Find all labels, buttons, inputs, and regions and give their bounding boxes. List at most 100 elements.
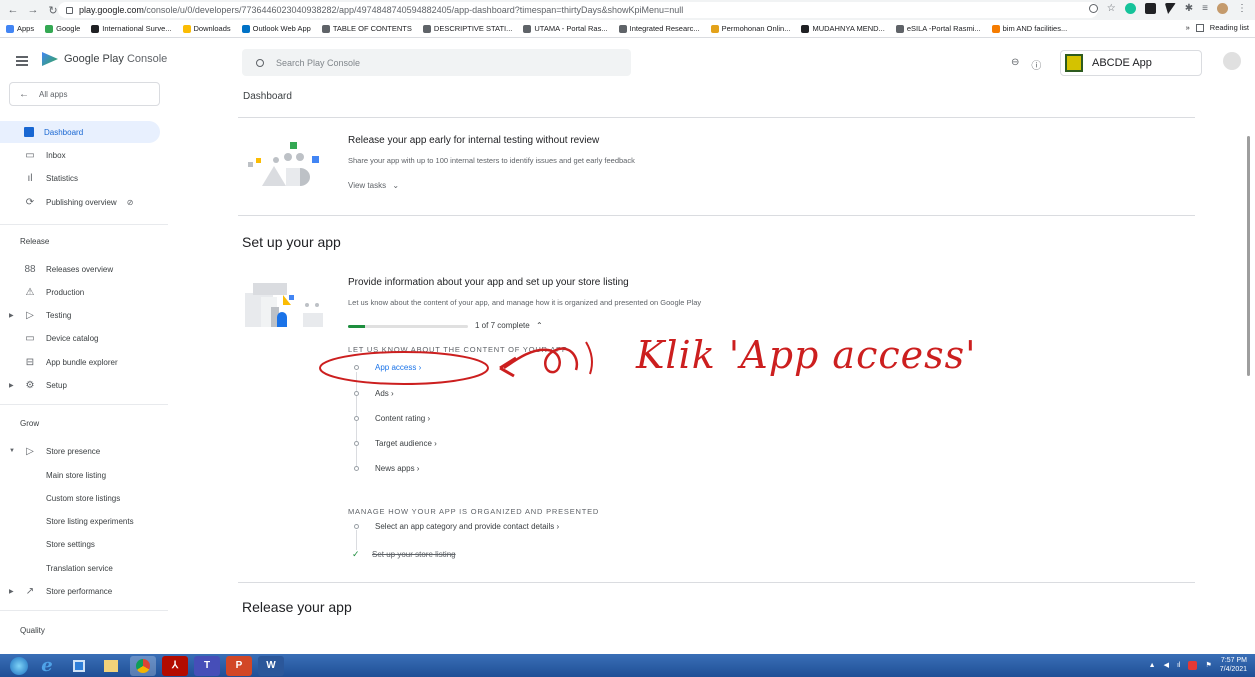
extension-icon[interactable] [1164, 3, 1176, 14]
bookmark-item[interactable]: Apps [6, 24, 34, 33]
sidebar-item-store-presence[interactable]: ▼ ▷ Store presence [0, 440, 160, 462]
chrome-icon[interactable] [130, 655, 156, 676]
task-status-icon [354, 415, 359, 421]
task-status-icon [354, 523, 359, 529]
expand-caret-icon[interactable]: ▶ [9, 312, 14, 319]
start-button-icon[interactable] [10, 656, 28, 675]
sidebar-item-store-performance[interactable]: ▶ ↗ Store performance [0, 580, 160, 602]
search-input[interactable]: Search Play Console [242, 49, 631, 76]
check-icon: ✓ [352, 548, 360, 559]
bookmark-item[interactable]: Downloads [182, 24, 231, 33]
back-icon[interactable]: ← [6, 3, 20, 17]
bookmark-item[interactable]: UTAMA - Portal Ras... [523, 24, 608, 33]
target-audience-task[interactable]: Target audience › [354, 437, 437, 449]
windows-taskbar: e ⅄ T P W ▲ ◀ ıl ⚑ 7:57 PM 7/4/2021 [0, 654, 1255, 677]
sidebar-item-inbox[interactable]: ▭ Inbox [0, 144, 160, 166]
help-icon[interactable]: ⓘ [1031, 57, 1041, 72]
content-rating-task[interactable]: Content rating › [354, 412, 430, 424]
sidebar-item-production[interactable]: ⚠ Production [0, 281, 160, 303]
news-apps-task[interactable]: News apps › [354, 462, 419, 474]
clock[interactable]: 7:57 PM 7/4/2021 [1220, 656, 1247, 674]
sidebar-item-label: Store listing experiments [46, 516, 134, 526]
store-presence-icon: ▷ [26, 445, 34, 457]
testing-icon: ▷ [26, 309, 34, 321]
hamburger-menu-icon[interactable] [16, 56, 28, 66]
reading-list-button[interactable]: Reading list [1210, 23, 1249, 32]
sidebar-item-label: Releases overview [46, 264, 114, 274]
zoom-icon[interactable] [1088, 4, 1098, 13]
task-connector [356, 530, 357, 550]
clock-date: 7/4/2021 [1219, 666, 1247, 673]
url-path: /console/u/0/developers/7736446023040938… [143, 5, 684, 15]
bookmark-item[interactable]: Integrated Researc... [618, 24, 700, 33]
sidebar-item-publishing-overview[interactable]: ⟳ Publishing overview ⊘ [0, 191, 160, 213]
page-scrollbar[interactable] [1247, 136, 1250, 376]
sidebar-item-dashboard[interactable]: Dashboard [0, 121, 160, 143]
network-icon[interactable]: ıl [1177, 662, 1181, 669]
media-player-icon[interactable] [66, 656, 92, 676]
sidebar-item-device-catalog[interactable]: ▭ Device catalog [0, 327, 160, 349]
playlist-icon[interactable]: ≡ [1202, 3, 1208, 14]
bookmark-item[interactable]: International Surve... [91, 24, 172, 33]
page-title: Dashboard [243, 91, 292, 102]
notification-icon[interactable] [1188, 660, 1198, 670]
collapse-caret-icon[interactable]: ▼ [9, 448, 15, 454]
menu-icon[interactable]: ⋮ [1237, 3, 1247, 14]
sidebar-item-releases-overview[interactable]: 88 Releases overview [0, 258, 160, 280]
puzzle-icon[interactable]: ✱ [1185, 3, 1193, 14]
sidebar-item-store-listing-experiments[interactable]: Store listing experiments [0, 510, 160, 532]
bookmark-item[interactable]: Google [45, 24, 80, 33]
word-icon[interactable]: W [258, 655, 284, 676]
grammarly-icon[interactable] [1124, 3, 1136, 14]
sidebar-item-testing[interactable]: ▶ ▷ Testing [0, 304, 160, 326]
expand-caret-icon[interactable]: ▶ [9, 588, 14, 595]
url-host: play.google.com [79, 5, 144, 15]
app-category-task[interactable]: Select an app category and provide conta… [354, 520, 559, 532]
ads-task[interactable]: Ads › [354, 387, 394, 399]
more-bookmarks-button[interactable]: » [1186, 23, 1190, 32]
extension-icon[interactable] [1144, 3, 1156, 14]
sidebar-item-main-store-listing[interactable]: Main store listing [0, 464, 160, 486]
sidebar-item-custom-store-listings[interactable]: Custom store listings [0, 487, 160, 509]
bookmark-item[interactable]: Permohonan Onlin... [710, 24, 790, 33]
sidebar-item-translation-service[interactable]: Translation service [0, 557, 160, 579]
device-catalog-icon: ▭ [25, 332, 35, 344]
sidebar-item-label: Main store listing [46, 470, 107, 480]
system-tray: ▲ ◀ ıl ⚑ 7:57 PM 7/4/2021 [1149, 656, 1247, 674]
bookmark-item[interactable]: MUDAHNYA MEND... [801, 24, 885, 33]
internet-explorer-icon[interactable]: e [34, 655, 60, 676]
section-divider [238, 582, 1195, 583]
bookmark-item[interactable]: Outlook Web App [241, 24, 311, 33]
file-explorer-icon[interactable] [98, 656, 124, 676]
volume-icon[interactable]: ◀ [1164, 661, 1169, 669]
bookmark-favicon-icon [523, 24, 532, 33]
teams-icon[interactable]: T [194, 655, 220, 676]
acrobat-icon[interactable]: ⅄ [162, 655, 188, 676]
expand-caret-icon[interactable]: ▶ [9, 382, 14, 389]
link-icon[interactable]: ⊖ [1011, 57, 1019, 72]
avatar[interactable] [1223, 52, 1241, 70]
bookmark-item[interactable]: TABLE OF CONTENTS [321, 24, 412, 33]
sidebar-item-statistics[interactable]: ıl Statistics [0, 167, 160, 189]
app-selector[interactable]: ABCDE App [1060, 50, 1202, 76]
tray-arrow-icon[interactable]: ▲ [1149, 662, 1156, 669]
bookmark-item[interactable]: bim AND facilities... [991, 24, 1067, 33]
flag-icon[interactable]: ⚑ [1205, 661, 1211, 669]
bookmark-item[interactable]: DESCRIPTIVE STATI... [422, 24, 512, 33]
all-apps-label: All apps [39, 89, 68, 99]
play-console-logo[interactable]: Google Play Console [42, 52, 167, 66]
sidebar-item-app-bundle-explorer[interactable]: ⊟ App bundle explorer [0, 351, 160, 373]
sidebar-item-store-settings[interactable]: Store settings [0, 533, 160, 555]
bookmark-favicon-icon [6, 24, 14, 33]
address-bar[interactable]: play.google.com /console/u/0/developers/… [58, 2, 1098, 18]
store-listing-task[interactable]: ✓ Set up your store listing [352, 548, 456, 560]
star-icon[interactable]: ☆ [1107, 3, 1116, 14]
all-apps-button[interactable]: ← All apps [9, 82, 160, 106]
bookmark-item[interactable]: eSILA -Portal Rasmi... [895, 24, 981, 33]
sidebar-item-setup[interactable]: ▶ ⚙ Setup [0, 374, 160, 396]
powerpoint-icon[interactable]: P [226, 655, 252, 676]
forward-icon[interactable]: → [26, 3, 40, 17]
logo-text-bold: Google Play [64, 53, 124, 65]
view-tasks-button[interactable]: View tasks ⌄ [348, 181, 399, 190]
profile-icon[interactable] [1217, 3, 1228, 14]
